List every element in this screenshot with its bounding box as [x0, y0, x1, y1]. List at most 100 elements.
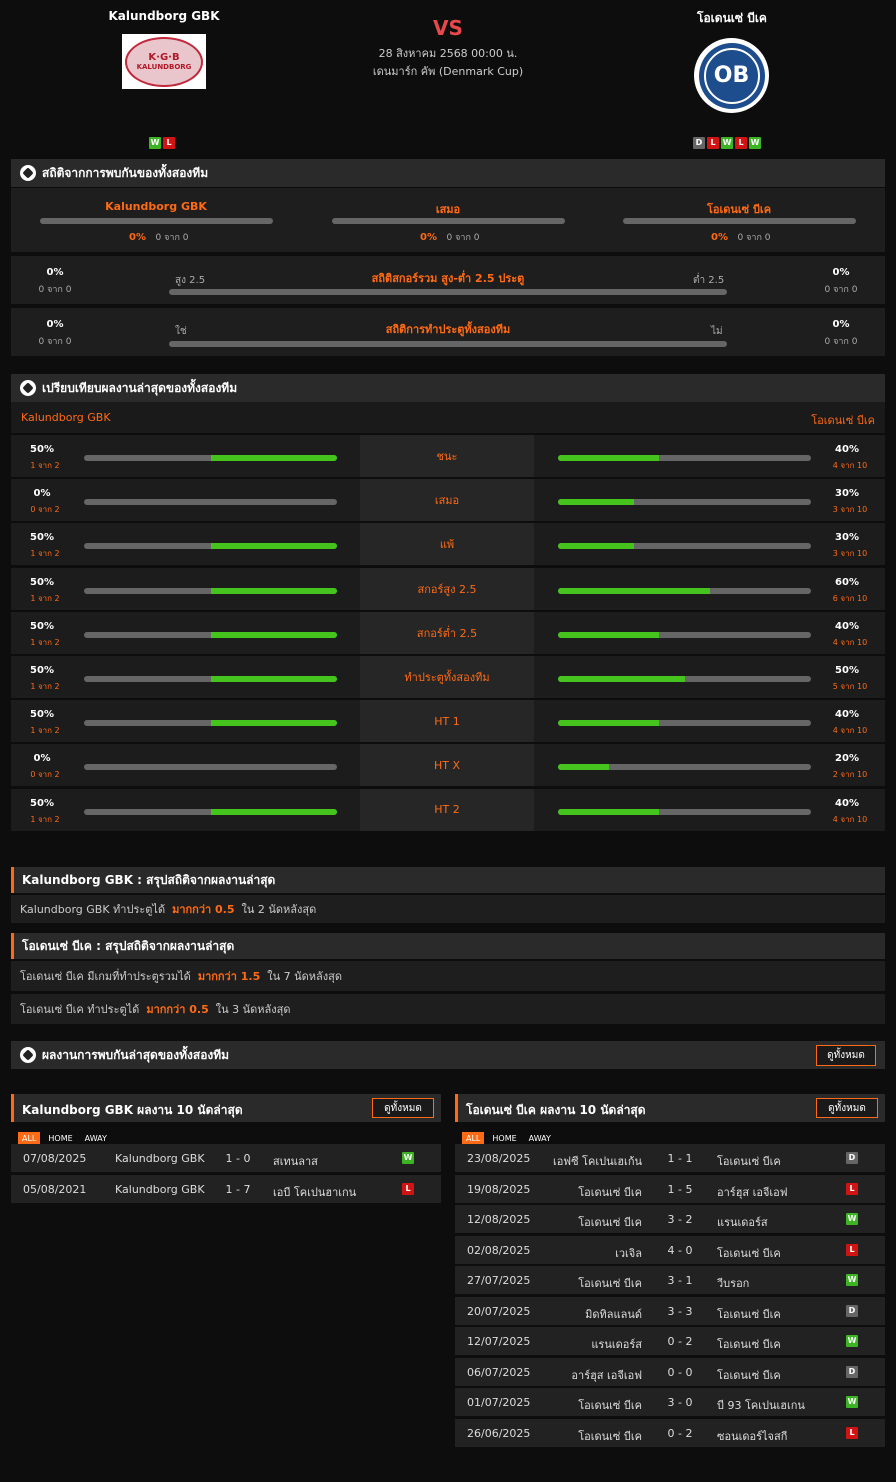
compare-away-bar — [558, 808, 811, 815]
match-row[interactable]: 19/08/2025 โอเดนเซ่ บีเค 1 - 5 อาร์ฮุส เอจี… — [455, 1174, 885, 1203]
match-row[interactable]: 01/07/2025 โอเดนเซ่ บีเค 3 - 0 บี 93 โคเปนเ… — [455, 1388, 885, 1416]
away-team-name[interactable]: โอเดนเซ่ บีเค — [632, 9, 832, 28]
match-away-team[interactable]: แรนเดอร์ส — [717, 1213, 768, 1231]
h2h-pct: 0% — [420, 232, 437, 243]
match-away-team[interactable]: โอเดนเซ่ บีเค — [717, 1335, 781, 1353]
match-away-team[interactable]: บี 93 โคเปนเฮเกน — [717, 1396, 805, 1414]
match-row[interactable]: 20/07/2025 มิดทิลแลนด์ 3 - 3 โอเดนเซ่ บีเค D — [455, 1296, 885, 1325]
ou-bar — [169, 289, 727, 295]
match-away-team[interactable]: วีบรอก — [717, 1274, 749, 1292]
compare-away-name[interactable]: โอเดนเซ่ บีเค — [811, 411, 875, 429]
home-view-all-button[interactable]: ดูทั้งหมด — [372, 1098, 434, 1118]
match-date: 27/07/2025 — [467, 1274, 531, 1287]
h2h-stats-title: สถิติจากการพบกันของทั้งสองทีม — [42, 165, 209, 180]
football-icon — [20, 165, 36, 181]
result-badge: D — [846, 1365, 858, 1378]
match-row[interactable]: 07/08/2025 Kalundborg GBK 1 - 0 สเทนลาส W — [11, 1144, 441, 1172]
btts-bar — [169, 341, 727, 347]
match-home-team[interactable]: โอเดนเซ่ บีเค — [578, 1396, 642, 1414]
match-home-team[interactable]: เวเจิล — [615, 1244, 642, 1262]
compare-home-name[interactable]: Kalundborg GBK — [21, 411, 111, 424]
compare-away-bar-fill — [558, 587, 710, 594]
compare-row: 50% 1 จาก 2 ทำประตูทั้งสองทีม 50% 5 จาก 10 — [11, 655, 885, 698]
compare-home-bar-fill — [210, 455, 337, 461]
result-badge: L — [402, 1183, 414, 1195]
match-away-team[interactable]: โอเดนเซ่ บีเค — [717, 1152, 781, 1170]
match-home-team[interactable]: อาร์ฮุส เอจีเอฟ — [571, 1366, 642, 1384]
compare-away-bar-fill — [558, 631, 660, 638]
compare-away-sub: 3 จาก 10 — [832, 549, 868, 559]
summary-highlight: มากกว่า 1.5 — [197, 970, 261, 983]
compare-away-pct: 40% — [835, 620, 859, 632]
home-team-logo[interactable]: K·G·B KALUNDBORG — [122, 34, 206, 89]
match-home-team[interactable]: โอเดนเซ่ บีเค — [578, 1183, 642, 1201]
match-home-team[interactable]: โอเดนเซ่ บีเค — [578, 1274, 642, 1292]
ou-title: สถิติสกอร์รวม สูง-ต่ำ 2.5 ประตู — [371, 272, 525, 285]
match-home-team[interactable]: เอฟซี โคเปนเฮเก้น — [553, 1152, 642, 1170]
match-row[interactable]: 26/06/2025 โอเดนเซ่ บีเค 0 - 2 ซอนเดอร์ไจสก… — [455, 1418, 885, 1447]
match-home-team[interactable]: มิดทิลแลนด์ — [585, 1305, 642, 1323]
match-home-team[interactable]: Kalundborg GBK — [115, 1183, 205, 1196]
away-view-all-button[interactable]: ดูทั้งหมด — [816, 1098, 878, 1118]
match-row[interactable]: 05/08/2021 Kalundborg GBK 1 - 7 เอบี โคเปนฮ… — [11, 1175, 441, 1203]
summary-home-header: Kalundborg GBK : สรุปสถิติจากผลงานล่าสุด — [11, 867, 885, 893]
away-tabs: ALL HOME AWAY — [462, 1126, 559, 1145]
compare-away-pct: 30% — [835, 488, 859, 500]
compare-home-bar-fill — [210, 808, 337, 815]
h2h-col-away: โอเดนเซ่ บีเค — [622, 200, 856, 218]
result-badge: L — [846, 1182, 858, 1195]
compare-row-label: HT X — [360, 744, 534, 787]
match-home-team[interactable]: แรนเดอร์ส — [591, 1335, 642, 1353]
compare-home-pct: 50% — [30, 709, 54, 721]
h2h-pct: 0% — [711, 232, 728, 243]
match-away-team[interactable]: เอบี โคเปนฮาเกน — [273, 1183, 356, 1201]
match-away-team[interactable]: อาร์ฮุส เอจีเอฟ — [717, 1183, 788, 1201]
competition-name[interactable]: เดนมาร์ก คัพ (Denmark Cup) — [298, 62, 598, 80]
compare-away-bar — [558, 764, 811, 771]
away-team-logo[interactable]: OB — [694, 38, 769, 113]
compare-away-sub: 2 จาก 10 — [832, 770, 868, 780]
match-away-team[interactable]: โอเดนเซ่ บีเค — [717, 1244, 781, 1262]
home-tabs: ALL HOME AWAY — [18, 1126, 115, 1145]
h2h-summary-panel: Kalundborg GBK 0% 0 จาก 0 เสมอ 0% 0 จาก … — [11, 188, 885, 252]
match-row[interactable]: 12/08/2025 โอเดนเซ่ บีเค 3 - 2 แรนเดอร์ส W — [455, 1205, 885, 1233]
compare-home-pct: 50% — [30, 620, 54, 632]
match-away-team[interactable]: โอเดนเซ่ บีเค — [717, 1366, 781, 1384]
compare-home-bar — [84, 808, 337, 815]
result-badge: W — [846, 1335, 858, 1347]
compare-row: 50% 1 จาก 2 สกอร์สูง 2.5 60% 6 จาก 10 — [11, 566, 885, 610]
match-away-team[interactable]: สเทนลาส — [273, 1152, 318, 1170]
match-row[interactable]: 06/07/2025 อาร์ฮุส เอจีเอฟ 0 - 0 โอเดนเซ่ บ… — [455, 1357, 885, 1386]
summary-away-line: โอเดนเซ่ บีเค ทำประตูได้ มากกว่า 0.5 ใน … — [11, 994, 885, 1024]
h2h-pct: 0% — [129, 232, 146, 243]
summary-away-title: โอเดนเซ่ บีเค : สรุปสถิติจากผลงานล่าสุด — [22, 938, 235, 953]
match-date: 12/07/2025 — [467, 1335, 531, 1348]
match-row[interactable]: 12/07/2025 แรนเดอร์ส 0 - 2 โอเดนเซ่ บีเค W — [455, 1327, 885, 1355]
match-home-team[interactable]: โอเดนเซ่ บีเค — [578, 1213, 642, 1231]
compare-away-sub: 4 จาก 10 — [832, 814, 868, 824]
compare-away-bar — [558, 587, 811, 594]
h2h-view-all-button[interactable]: ดูทั้งหมด — [816, 1045, 876, 1066]
match-away-team[interactable]: ซอนเดอร์ไจสกี — [717, 1427, 787, 1445]
away-logo-text: OB — [713, 63, 750, 88]
result-badge: D — [846, 1304, 858, 1317]
compare-row: 50% 1 จาก 2 HT 1 40% 4 จาก 10 — [11, 699, 885, 743]
match-score: 1 - 5 — [667, 1182, 693, 1196]
over-under-panel: 0% 0 จาก 0 สูง 2.5 สถิติสกอร์รวม สูง-ต่ำ… — [11, 256, 885, 304]
h2h-col-home: Kalundborg GBK — [39, 200, 273, 213]
match-row[interactable]: 23/08/2025 เอฟซี โคเปนเฮเก้น 1 - 1 โอเดนเซ่… — [455, 1144, 885, 1172]
match-row[interactable]: 02/08/2025 เวเจิล 4 - 0 โอเดนเซ่ บีเค L — [455, 1235, 885, 1264]
compare-away-bar-fill — [558, 764, 609, 771]
match-home-team[interactable]: Kalundborg GBK — [115, 1152, 205, 1165]
match-away-team[interactable]: โอเดนเซ่ บีเค — [717, 1305, 781, 1323]
match-home-team[interactable]: โอเดนเซ่ บีเค — [578, 1427, 642, 1445]
home-team-name[interactable]: Kalundborg GBK — [64, 9, 264, 23]
compare-away-pct: 60% — [835, 576, 859, 588]
compare-away-bar-fill — [558, 455, 660, 461]
compare-away-sub: 3 จาก 10 — [832, 505, 868, 515]
compare-home-bar — [84, 543, 337, 550]
match-row[interactable]: 27/07/2025 โอเดนเซ่ บีเค 3 - 1 วีบรอก W — [455, 1266, 885, 1294]
compare-away-pct: 40% — [835, 797, 859, 809]
compare-home-bar — [84, 587, 337, 594]
compare-row: 50% 1 จาก 2 แพ้ 30% 3 จาก 10 — [11, 522, 885, 566]
